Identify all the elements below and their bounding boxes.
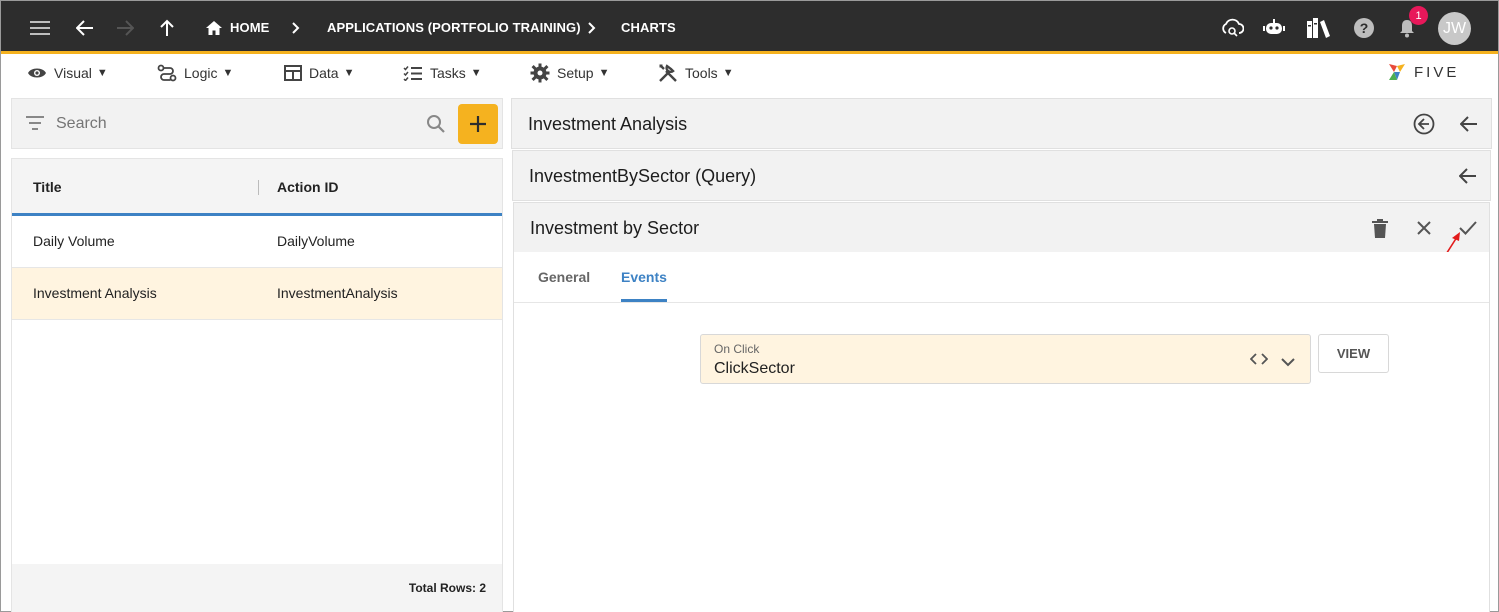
row-title: Daily Volume: [33, 233, 115, 249]
table-row-selected[interactable]: Investment Analysis InvestmentAnalysis: [12, 268, 502, 320]
history-back-icon[interactable]: [1410, 110, 1438, 138]
column-header-title[interactable]: Title: [33, 179, 62, 195]
up-arrow-icon[interactable]: [157, 1, 177, 54]
close-icon[interactable]: [1410, 214, 1438, 242]
form-header-bar: Investment by Sector: [513, 202, 1490, 253]
avatar[interactable]: JW: [1438, 12, 1471, 45]
list-footer: Total Rows: 2: [12, 564, 502, 612]
five-logo-icon: [1389, 64, 1405, 80]
breadcrumb-applications[interactable]: APPLICATIONS (PORTFOLIO TRAINING): [327, 1, 581, 54]
back-arrow-icon[interactable]: [1455, 110, 1483, 138]
panel-title-investment-analysis: Investment Analysis: [528, 114, 688, 134]
home-icon[interactable]: [204, 1, 224, 54]
query-bar: InvestmentBySector (Query): [512, 150, 1491, 201]
search-bar: [11, 98, 503, 149]
menu-data[interactable]: Data ▼: [284, 54, 354, 92]
form-title: Investment by Sector: [530, 218, 700, 238]
plus-icon: [470, 116, 486, 132]
field-value: ClickSector: [714, 360, 795, 377]
view-button[interactable]: VIEW: [1318, 334, 1389, 373]
table-row[interactable]: Daily Volume DailyVolume: [12, 216, 502, 268]
row-action-id: DailyVolume: [277, 233, 355, 249]
panel-title-query: InvestmentBySector (Query): [529, 166, 757, 186]
help-icon[interactable]: ?: [1352, 1, 1376, 54]
list-header: Title Action ID: [12, 159, 502, 216]
active-tab-indicator: [621, 299, 667, 302]
tab-general[interactable]: General: [538, 269, 590, 285]
tab-bar: General Events: [514, 252, 1489, 303]
menu-tools[interactable]: Tools ▼: [658, 54, 734, 92]
breadcrumb-charts[interactable]: CHARTS: [621, 1, 676, 54]
wrench-screwdriver-icon: [659, 64, 677, 82]
menu-tasks[interactable]: Tasks ▼: [403, 54, 482, 92]
form-panel: General Events On Click ClickSector VIEW: [513, 252, 1490, 612]
five-logo: FIVE: [1386, 60, 1459, 84]
library-books-icon[interactable]: [1304, 1, 1332, 54]
back-arrow-icon[interactable]: [73, 1, 97, 54]
filter-icon[interactable]: [26, 116, 44, 135]
field-label: On Click: [714, 342, 760, 356]
checklist-icon: [403, 66, 422, 81]
forward-arrow-icon[interactable]: [113, 1, 137, 54]
column-header-action-id[interactable]: Action ID: [277, 179, 338, 195]
svg-text:?: ?: [1360, 20, 1369, 36]
top-app-bar: HOME APPLICATIONS (PORTFOLIO TRAINING) C…: [1, 1, 1498, 54]
back-arrow-icon[interactable]: [1454, 162, 1482, 190]
investment-analysis-bar: Investment Analysis: [511, 98, 1492, 149]
total-rows: Total Rows: 2: [408, 581, 486, 595]
row-title: Investment Analysis: [33, 285, 157, 301]
search-icon[interactable]: [426, 114, 446, 139]
menu-bar: Visual ▼ Logic ▼ Data ▼ Tasks ▼ Setup ▼ Tools…: [1, 54, 1498, 92]
row-action-id: InvestmentAnalysis: [277, 285, 398, 301]
notification-badge: 1: [1409, 6, 1428, 25]
hamburger-menu-icon[interactable]: [27, 1, 53, 54]
breadcrumb-home[interactable]: HOME: [230, 1, 269, 54]
on-click-field[interactable]: On Click ClickSector: [700, 334, 1311, 384]
chevron-down-icon[interactable]: [1281, 354, 1295, 372]
code-brackets-icon[interactable]: [1249, 352, 1269, 371]
list-panel: Title Action ID Daily Volume DailyVolume…: [11, 158, 503, 612]
column-divider[interactable]: [258, 180, 259, 195]
menu-logic[interactable]: Logic ▼: [157, 54, 233, 92]
delete-trash-icon[interactable]: [1366, 214, 1394, 242]
breadcrumb-chevron-icon: [585, 1, 599, 54]
robot-assistant-icon[interactable]: [1261, 1, 1287, 54]
menu-visual[interactable]: Visual ▼: [27, 54, 108, 92]
search-input[interactable]: [56, 113, 406, 135]
cloud-sync-icon[interactable]: [1219, 1, 1245, 54]
add-button[interactable]: [458, 104, 498, 144]
breadcrumb-chevron-icon: [289, 1, 303, 54]
eye-icon: [28, 68, 46, 78]
gear-icon: [530, 63, 550, 83]
menu-setup[interactable]: Setup ▼: [530, 54, 609, 92]
logic-flow-icon: [157, 64, 177, 82]
tab-events[interactable]: Events: [621, 269, 667, 285]
table-grid-icon: [284, 65, 302, 81]
